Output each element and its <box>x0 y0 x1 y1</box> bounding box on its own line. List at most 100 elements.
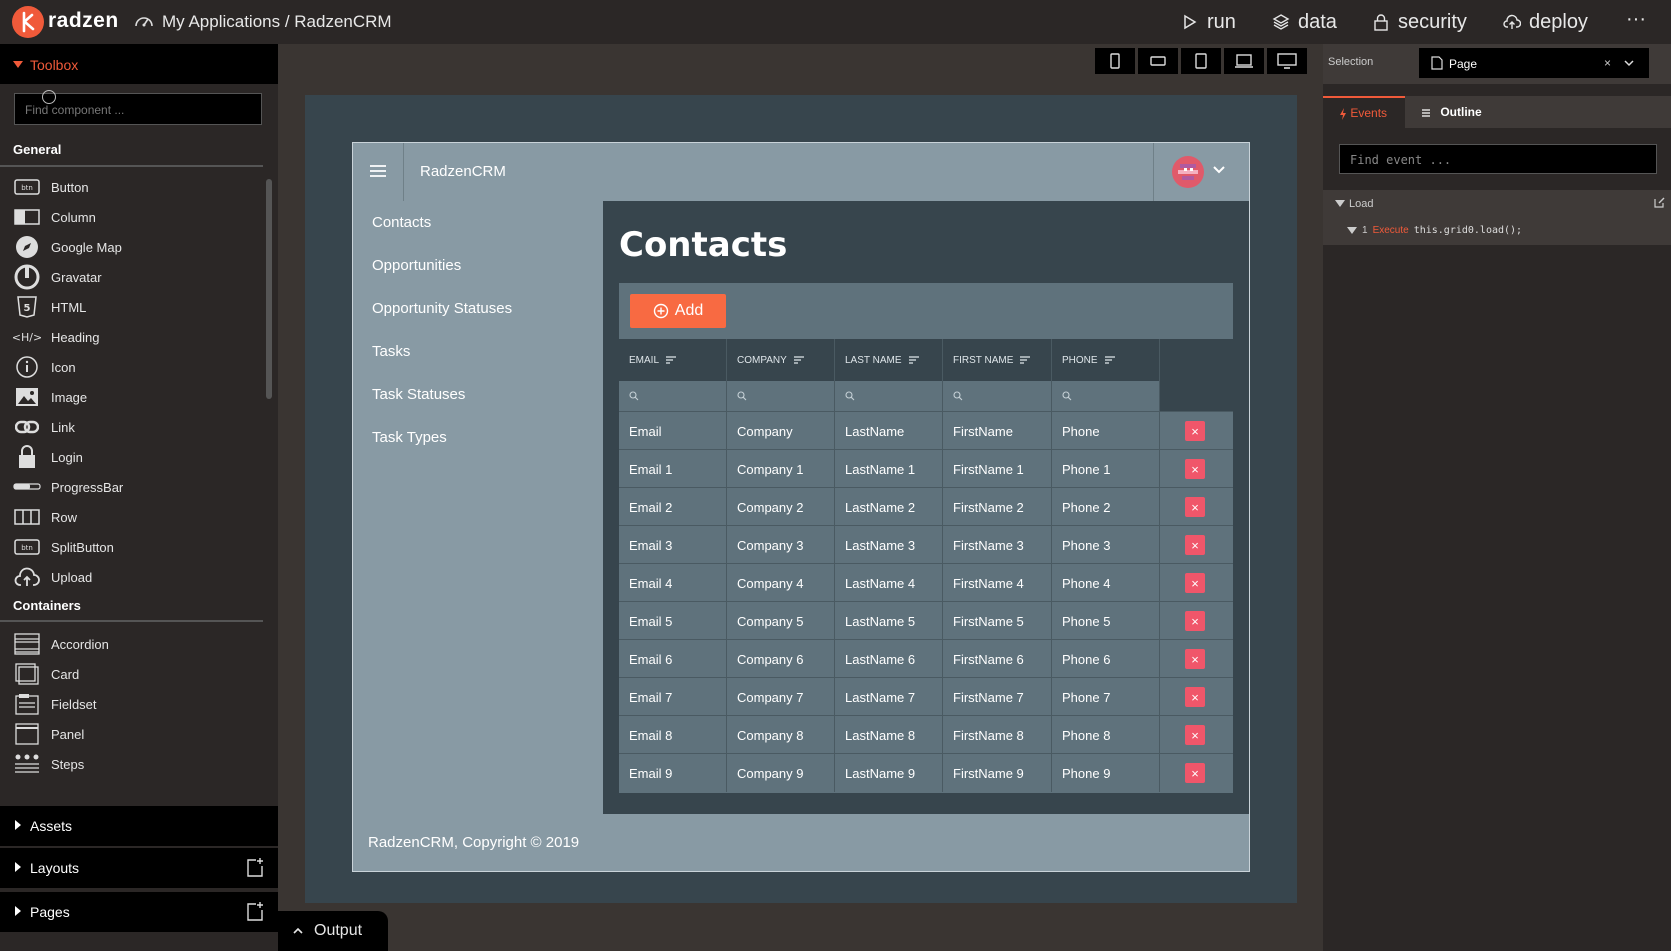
tool-steps[interactable]: Steps <box>13 749 258 779</box>
tool-gravatar[interactable]: Gravatar <box>13 262 258 292</box>
selection-dropdown[interactable]: Page × <box>1419 48 1649 78</box>
tool-card[interactable]: Card <box>13 659 258 689</box>
table-row[interactable]: Email Company LastName FirstName Phone × <box>619 411 1233 450</box>
column-header-email[interactable]: EMAIL <box>619 339 727 381</box>
nav-opportunities[interactable]: Opportunities <box>372 257 461 274</box>
delete-row-button[interactable]: × <box>1185 535 1205 555</box>
add-page-icon[interactable] <box>246 901 264 921</box>
tool-button[interactable]: btn Button <box>13 172 258 202</box>
table-row[interactable]: Email 1 Company 1 LastName 1 FirstName 1 Pho… <box>619 449 1233 488</box>
chevron-down-icon[interactable] <box>1212 163 1226 177</box>
filter-email[interactable] <box>619 381 727 411</box>
section-pages[interactable]: Pages <box>0 892 278 932</box>
group-title-general[interactable]: General <box>13 142 61 157</box>
security-button[interactable]: security <box>1372 0 1467 44</box>
sort-icon[interactable] <box>1019 355 1031 365</box>
add-layout-icon[interactable] <box>246 857 264 877</box>
tool-accordion[interactable]: Accordion <box>13 629 258 659</box>
breadcrumb[interactable]: My Applications / RadzenCRM <box>162 12 392 32</box>
tool-google-map[interactable]: Google Map <box>13 232 258 262</box>
nav-opportunity-statuses[interactable]: Opportunity Statuses <box>372 300 512 317</box>
tool-image[interactable]: Image <box>13 382 258 412</box>
chevron-down-icon[interactable] <box>1623 57 1635 69</box>
radzen-logo-icon[interactable] <box>12 6 44 38</box>
tool-column[interactable]: Column <box>13 202 258 232</box>
column-header-phone[interactable]: PHONE <box>1052 339 1160 381</box>
add-button[interactable]: Add <box>630 294 726 328</box>
avatar[interactable] <box>1172 156 1204 188</box>
event-load[interactable]: Load 1 Execute this.grid0.load(); <box>1323 190 1671 245</box>
tool-row[interactable]: Row <box>13 502 258 532</box>
toolbox-scrollbar[interactable] <box>266 179 272 399</box>
logo-text[interactable]: radzen <box>48 9 119 33</box>
hamburger-menu-icon[interactable] <box>368 162 388 180</box>
clear-selection-icon[interactable]: × <box>1604 56 1611 70</box>
sort-icon[interactable] <box>1104 355 1116 365</box>
column-header-last-name[interactable]: LAST NAME <box>835 339 943 381</box>
collapse-triangle-icon[interactable] <box>1335 200 1345 207</box>
sort-icon[interactable] <box>793 355 805 365</box>
tab-outline[interactable]: Outline <box>1421 105 1482 119</box>
table-row[interactable]: Email 9 Company 9 LastName 9 FirstName 9 Pho… <box>619 753 1233 792</box>
filter-phone[interactable] <box>1052 381 1160 411</box>
table-row[interactable]: Email 7 Company 7 LastName 7 FirstName 7 Pho… <box>619 677 1233 716</box>
delete-row-button[interactable]: × <box>1185 459 1205 479</box>
tool-panel[interactable]: Panel <box>13 719 258 749</box>
app-preview[interactable]: RadzenCRM Contacts Opportunities Opportu… <box>352 142 1250 872</box>
nav-task-types[interactable]: Task Types <box>372 429 447 446</box>
filter-first-name[interactable] <box>943 381 1052 411</box>
table-row[interactable]: Email 5 Company 5 LastName 5 FirstName 5 Pho… <box>619 601 1233 640</box>
table-row[interactable]: Email 3 Company 3 LastName 3 FirstName 3 Pho… <box>619 525 1233 564</box>
deploy-button[interactable]: deploy <box>1503 0 1588 44</box>
nav-tasks[interactable]: Tasks <box>372 343 410 360</box>
delete-row-button[interactable]: × <box>1185 573 1205 593</box>
filter-company[interactable] <box>727 381 835 411</box>
delete-row-button[interactable]: × <box>1185 763 1205 783</box>
delete-row-button[interactable]: × <box>1185 687 1205 707</box>
sort-icon[interactable] <box>908 355 920 365</box>
tablet-button[interactable] <box>1181 48 1221 74</box>
laptop-button[interactable] <box>1224 48 1264 74</box>
desktop-button[interactable] <box>1267 48 1307 74</box>
data-grid[interactable]: Add EMAIL COMPANY LAST NAME FIRST NAME P… <box>619 283 1233 793</box>
output-tab[interactable]: Output <box>278 911 388 951</box>
more-menu-icon[interactable]: ··· <box>1626 8 1646 31</box>
column-header-first-name[interactable]: FIRST NAME <box>943 339 1052 381</box>
edit-icon[interactable] <box>1653 196 1666 209</box>
delete-row-button[interactable]: × <box>1185 421 1205 441</box>
tool-login[interactable]: Login <box>13 442 258 472</box>
section-layouts[interactable]: Layouts <box>0 848 278 888</box>
tool-icon[interactable]: Icon <box>13 352 258 382</box>
group-title-containers[interactable]: Containers <box>13 598 81 613</box>
tool-progressbar[interactable]: ProgressBar <box>13 472 258 502</box>
tool-upload[interactable]: Upload <box>13 562 258 592</box>
delete-row-button[interactable]: × <box>1185 725 1205 745</box>
tool-link[interactable]: Link <box>13 412 258 442</box>
table-row[interactable]: Email 8 Company 8 LastName 8 FirstName 8 Pho… <box>619 715 1233 754</box>
tool-splitbutton[interactable]: btn SplitButton <box>13 532 258 562</box>
phone-portrait-button[interactable] <box>1095 48 1135 74</box>
tool-fieldset[interactable]: Fieldset <box>13 689 258 719</box>
table-row[interactable]: Email 4 Company 4 LastName 4 FirstName 4 Pho… <box>619 563 1233 602</box>
dashboard-icon[interactable] <box>134 12 154 32</box>
table-row[interactable]: Email 6 Company 6 LastName 6 FirstName 6 Pho… <box>619 639 1233 678</box>
tool-heading[interactable]: <H/> Heading <box>13 322 258 352</box>
section-assets[interactable]: Assets <box>0 806 278 846</box>
tool-html[interactable]: 5 HTML <box>13 292 258 322</box>
app-header[interactable]: RadzenCRM <box>353 143 1249 201</box>
delete-row-button[interactable]: × <box>1185 649 1205 669</box>
nav-contacts[interactable]: Contacts <box>372 214 431 231</box>
event-action[interactable]: 1 Execute this.grid0.load(); <box>1347 225 1522 236</box>
find-event-input[interactable]: Find event ... <box>1339 144 1657 174</box>
phone-landscape-button[interactable] <box>1138 48 1178 74</box>
table-row[interactable]: Email 2 Company 2 LastName 2 FirstName 2 Pho… <box>619 487 1233 526</box>
column-header-company[interactable]: COMPANY <box>727 339 835 381</box>
delete-row-button[interactable]: × <box>1185 611 1205 631</box>
data-button[interactable]: data <box>1272 0 1337 44</box>
action-triangle-icon[interactable] <box>1347 226 1357 235</box>
tab-events[interactable]: Events <box>1323 96 1405 128</box>
run-button[interactable]: run <box>1181 0 1236 44</box>
sort-icon[interactable] <box>665 355 677 365</box>
toolbox-header[interactable]: Toolbox <box>0 44 278 84</box>
delete-row-button[interactable]: × <box>1185 497 1205 517</box>
